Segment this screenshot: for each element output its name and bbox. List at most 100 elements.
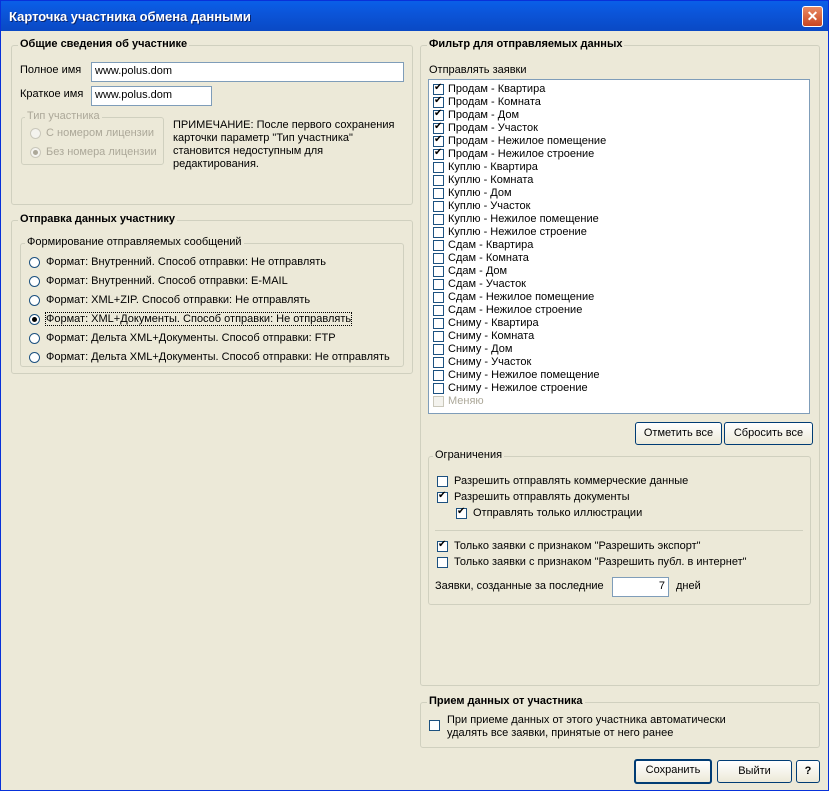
format-option-radio[interactable]	[29, 314, 40, 325]
list-item-checkbox[interactable]	[433, 147, 444, 160]
list-item-checkbox[interactable]	[433, 227, 444, 238]
list-item-checkbox[interactable]	[433, 253, 444, 264]
receive-legend: Прием данных от участника	[427, 695, 585, 707]
exit-button[interactable]: Выйти	[717, 760, 792, 783]
full-name-label: Полное имя	[20, 64, 82, 76]
only-publish-checkbox[interactable]	[437, 557, 448, 568]
list-item-checkbox[interactable]	[433, 162, 444, 173]
help-button[interactable]: ?	[796, 760, 820, 783]
list-item-checkbox[interactable]	[433, 279, 444, 290]
list-item-checkbox[interactable]	[433, 266, 444, 277]
list-item-label: Сниму - Нежилое помещение	[448, 369, 600, 381]
auto-delete-checkbox[interactable]	[429, 720, 440, 731]
type-with-license-radio[interactable]	[30, 128, 41, 139]
list-item-label: Продам - Участок	[448, 122, 538, 134]
list-item-checkbox[interactable]	[433, 292, 444, 303]
send-requests-label: Отправлять заявки	[429, 64, 527, 76]
format-option-label: Формат: Внутренний. Способ отправки: E-M…	[46, 275, 288, 287]
list-item-label: Сдам - Нежилое строение	[448, 304, 583, 316]
list-item-label: Сниму - Участок	[448, 356, 532, 368]
general-info-legend: Общие сведения об участнике	[18, 38, 190, 50]
short-name-field[interactable]: www.polus.dom	[91, 86, 212, 106]
list-item-checkbox[interactable]	[433, 357, 444, 368]
list-item-label: Сниму - Квартира	[448, 317, 539, 329]
note-line-4: редактирования.	[173, 158, 259, 170]
close-icon[interactable]: ✕	[802, 6, 823, 27]
type-with-license-label: С номером лицензии	[46, 127, 154, 139]
format-option-radio[interactable]	[29, 295, 40, 306]
dialog-window: Карточка участника обмена данными ✕ Общи…	[0, 0, 829, 791]
list-item-label: Сдам - Нежилое помещение	[448, 291, 595, 303]
list-item-checkbox[interactable]	[433, 201, 444, 212]
list-item-checkbox[interactable]	[433, 318, 444, 329]
list-item-checkbox[interactable]	[433, 344, 444, 355]
only-publish-label: Только заявки с признаком "Разрешить пуб…	[454, 556, 747, 568]
select-all-label: Отметить все	[643, 427, 714, 439]
request-types-list[interactable]: Продам - КвартираПродам - КомнатаПродам …	[428, 79, 810, 414]
list-item-label: Продам - Нежилое строение	[448, 148, 595, 160]
note-line-3: становится недоступным для	[173, 145, 324, 157]
auto-delete-label-line-2: удалять все заявки, принятые от него ран…	[447, 727, 674, 739]
format-option-label: Формат: Внутренний. Способ отправки: Не …	[46, 256, 327, 268]
short-name-label: Краткое имя	[20, 88, 84, 100]
list-item-checkbox[interactable]	[433, 108, 444, 121]
reset-all-button[interactable]: Сбросить все	[724, 422, 813, 445]
format-option-radio[interactable]	[29, 352, 40, 363]
note-line-1: ПРИМЕЧАНИЕ: После первого сохранения	[173, 119, 395, 131]
note-line-2: карточки параметр "Тип участника"	[173, 132, 353, 144]
allow-documents-label: Разрешить отправлять документы	[454, 491, 630, 503]
participant-type-legend: Тип участника	[25, 110, 102, 122]
list-item-label: Куплю - Нежилое помещение	[448, 213, 599, 225]
format-option-label: Формат: XML+Документы. Способ отправки: …	[44, 312, 353, 326]
list-item-checkbox[interactable]	[433, 134, 444, 147]
allow-documents-checkbox[interactable]	[437, 490, 448, 503]
type-without-license-label: Без номера лицензии	[46, 146, 157, 158]
select-all-button[interactable]: Отметить все	[635, 422, 722, 445]
list-item-label: Сниму - Нежилое строение	[448, 382, 588, 394]
only-export-label: Только заявки с признаком "Разрешить экс…	[454, 540, 701, 552]
list-item-checkbox[interactable]	[433, 121, 444, 134]
list-item-checkbox[interactable]	[433, 331, 444, 342]
list-item-label: Меняю	[448, 395, 484, 407]
only-illustrations-checkbox[interactable]	[456, 506, 467, 519]
created-days-field[interactable]: 7	[612, 577, 669, 597]
list-item-label: Куплю - Участок	[448, 200, 531, 212]
list-item-checkbox[interactable]	[433, 214, 444, 225]
list-item-checkbox[interactable]	[433, 188, 444, 199]
save-label: Сохранить	[645, 764, 701, 776]
list-item-label: Куплю - Дом	[448, 187, 512, 199]
list-item-checkbox[interactable]	[433, 175, 444, 186]
list-item-label: Сдам - Дом	[448, 265, 508, 277]
restrictions-legend: Ограничения	[433, 449, 505, 461]
list-item-label: Сдам - Квартира	[448, 239, 534, 251]
list-item-checkbox[interactable]	[433, 82, 444, 95]
created-suffix-label: дней	[676, 580, 701, 592]
type-without-license-radio[interactable]	[30, 147, 41, 158]
format-option-radio[interactable]	[29, 333, 40, 344]
format-option-label: Формат: Дельта XML+Документы. Способ отп…	[46, 351, 390, 363]
list-item-checkbox[interactable]	[433, 95, 444, 108]
format-option-label: Формат: XML+ZIP. Способ отправки: Не отп…	[46, 294, 311, 306]
list-item-label: Сдам - Участок	[448, 278, 526, 290]
format-option-radio[interactable]	[29, 257, 40, 268]
only-export-checkbox[interactable]	[437, 539, 448, 552]
list-item-checkbox[interactable]	[433, 396, 444, 407]
sending-legend: Отправка данных участнику	[18, 213, 177, 225]
only-illustrations-label: Отправлять только иллюстрации	[473, 507, 643, 519]
list-item-label: Куплю - Нежилое строение	[448, 226, 587, 238]
list-item-checkbox[interactable]	[433, 240, 444, 251]
list-item-checkbox[interactable]	[433, 305, 444, 316]
list-item-checkbox[interactable]	[433, 383, 444, 394]
list-item-checkbox[interactable]	[433, 370, 444, 381]
exit-label: Выйти	[738, 765, 771, 777]
allow-commercial-checkbox[interactable]	[437, 476, 448, 487]
allow-commercial-label: Разрешить отправлять коммерческие данные	[454, 475, 689, 487]
title-bar[interactable]: Карточка участника обмена данными ✕	[1, 1, 828, 31]
formats-legend: Формирование отправляемых сообщений	[25, 236, 244, 248]
format-option-radio[interactable]	[29, 276, 40, 287]
full-name-field[interactable]: www.polus.dom	[91, 62, 404, 82]
filter-legend: Фильтр для отправляемых данных	[427, 38, 625, 50]
auto-delete-label-line-1: При приеме данных от этого участника авт…	[447, 714, 726, 726]
save-button[interactable]: Сохранить	[634, 759, 712, 784]
list-item-label: Сдам - Комната	[448, 252, 529, 264]
